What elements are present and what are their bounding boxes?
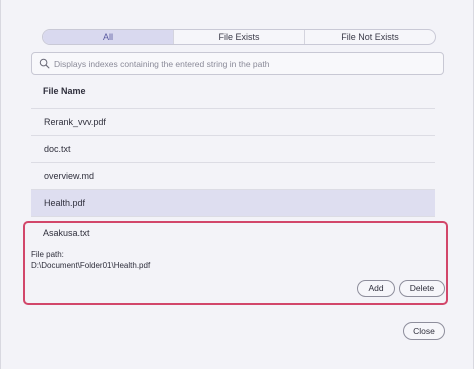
- tab-file-exists[interactable]: File Exists: [173, 30, 304, 44]
- table-row[interactable]: doc.txt: [31, 136, 435, 162]
- table-row-selected[interactable]: Health.pdf: [31, 190, 435, 216]
- tab-file-not-exists[interactable]: File Not Exists: [304, 30, 435, 44]
- filter-segmented-control: All File Exists File Not Exists: [42, 29, 436, 45]
- search-input[interactable]: [54, 55, 434, 72]
- search-icon: [39, 58, 50, 69]
- file-path-label: File path:: [31, 250, 64, 259]
- close-button[interactable]: Close: [403, 322, 445, 340]
- add-button[interactable]: Add: [357, 280, 395, 297]
- table-row[interactable]: Rerank_vvv.pdf: [31, 109, 435, 135]
- tab-all[interactable]: All: [43, 30, 173, 44]
- table-row[interactable]: Asakusa.txt: [21, 228, 90, 238]
- table-row[interactable]: overview.md: [31, 163, 435, 189]
- column-header-file-name: File Name: [43, 86, 86, 96]
- file-name: Asakusa.txt: [43, 228, 90, 238]
- index-dialog: All File Exists File Not Exists File Nam…: [0, 0, 474, 369]
- file-path-value: D:\Document\Folder01\Health.pdf: [31, 261, 151, 270]
- delete-button[interactable]: Delete: [399, 280, 445, 297]
- divider: [31, 216, 435, 217]
- search-box: [31, 52, 444, 75]
